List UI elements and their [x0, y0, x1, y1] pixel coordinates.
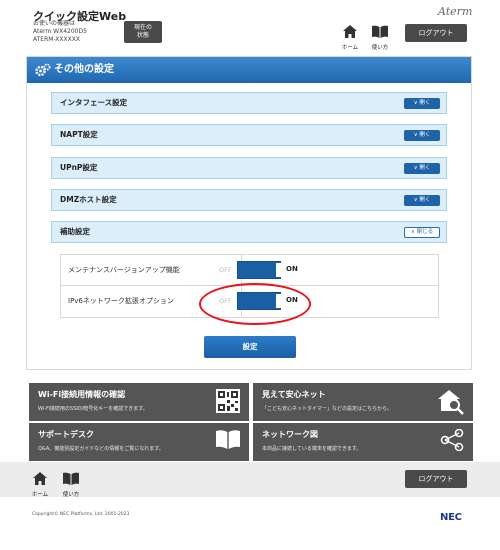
close-button-label: 閉じる — [416, 229, 434, 235]
device-info: お使いの機器は Aterm WX4200D5 ATERM-XXXXXX — [33, 20, 87, 44]
tile-title: サポートデスク — [38, 430, 94, 439]
current-status-label-1: 現在の — [133, 24, 152, 31]
open-button-label: 開く — [419, 197, 431, 203]
section-upnp[interactable]: UPnP設定 ∨ 開く — [51, 157, 447, 179]
section-napt[interactable]: NAPT設定 ∨ 開く — [51, 124, 447, 146]
open-button-label: 開く — [419, 132, 431, 138]
section-auxiliary[interactable]: 補助設定 ∧ 閉じる — [51, 221, 447, 243]
tile-wifi-info[interactable]: Wi-Fi接続用情報の確認 Wi-Fi接続用のSSID/暗号化キーを確認できます… — [29, 383, 249, 421]
manual-label: 使い方 — [371, 45, 389, 51]
close-button[interactable]: ∧ 閉じる — [404, 227, 440, 238]
gears-icon — [35, 63, 51, 77]
tile-description: 「こども安心ネットタイマー」などの設定はこちらから。 — [262, 406, 393, 412]
tile-mieru-anshin[interactable]: 見えて安心ネット 「こども安心ネットタイマー」などの設定はこちらから。 — [253, 383, 473, 421]
home-button[interactable]: ホーム — [337, 23, 363, 51]
tile-description: 本商品に接続している端末を確認できます。 — [262, 446, 362, 452]
section-label: NAPT設定 — [60, 130, 98, 139]
toggle-off-label: OFF — [219, 266, 232, 274]
current-status-label-2: 状態 — [136, 32, 149, 39]
section-label: DMZホスト設定 — [60, 195, 117, 204]
section-label: UPnP設定 — [60, 163, 98, 172]
open-button[interactable]: ∨ 開く — [404, 195, 440, 206]
option-row-maintenance: メンテナンスバージョンアップ機能 OFF ON — [60, 254, 439, 286]
maintenance-toggle[interactable]: OFF ON — [219, 261, 309, 279]
home-icon — [33, 472, 47, 485]
tile-description: Wi-Fi接続用のSSID/暗号化キーを確認できます。 — [38, 406, 148, 412]
open-button-label: 開く — [419, 100, 431, 106]
qr-code-icon — [216, 389, 240, 413]
section-dmz-host[interactable]: DMZホスト設定 ∨ 開く — [51, 189, 447, 211]
toggle-knob — [276, 263, 281, 277]
open-button[interactable]: ∨ 開く — [404, 98, 440, 109]
panel-title-bar: その他の設定 — [27, 57, 471, 83]
book-icon — [216, 430, 240, 449]
section-label: 補助設定 — [60, 227, 90, 236]
option-label: メンテナンスバージョンアップ機能 — [61, 255, 242, 285]
open-button[interactable]: ∨ 開く — [404, 163, 440, 174]
manual-button[interactable]: 使い方 — [367, 23, 393, 51]
home-label: ホーム — [31, 492, 49, 498]
highlight-circle — [199, 283, 311, 325]
tile-support-desk[interactable]: サポートデスク Q&A、機能別設定ガイドなどの情報をご覧になれます。 — [29, 423, 249, 461]
section-label: インタフェース設定 — [60, 98, 128, 107]
tile-network-map[interactable]: ネットワーク図 本商品に接続している端末を確認できます。 — [253, 423, 473, 461]
tile-description: Q&A、機能別設定ガイドなどの情報をご覧になれます。 — [38, 446, 164, 452]
apply-settings-button[interactable]: 設定 — [204, 336, 296, 358]
house-search-icon — [438, 390, 464, 415]
tile-title: 見えて安心ネット — [262, 390, 326, 399]
copyright: Copyright© NEC Platforms, Ltd. 2001-2023 — [32, 512, 130, 517]
home-icon — [343, 25, 357, 38]
toggle-track — [237, 261, 281, 279]
device-name: ATERM-XXXXXX — [33, 36, 80, 43]
footer-nav: ホーム 使い方 ログアウト — [0, 462, 500, 498]
footer-manual-button[interactable]: 使い方 — [58, 470, 84, 498]
section-interface[interactable]: インタフェース設定 ∨ 開く — [51, 92, 447, 114]
tile-title: Wi-Fi接続用情報の確認 — [38, 390, 126, 399]
footer-logout-button[interactable]: ログアウト — [405, 470, 467, 488]
nec-logo: NEC — [440, 512, 462, 523]
header: クイック設定Web お使いの機器は Aterm WX4200D5 ATERM-X… — [0, 0, 500, 52]
aterm-logo: Aterm — [438, 5, 473, 18]
open-button[interactable]: ∨ 開く — [404, 130, 440, 141]
manual-label: 使い方 — [62, 492, 80, 498]
logout-button[interactable]: ログアウト — [405, 24, 467, 42]
book-icon — [63, 472, 79, 485]
device-model: Aterm WX4200D5 — [33, 28, 87, 35]
footer-home-button[interactable]: ホーム — [27, 470, 53, 498]
toggle-on-label: ON — [286, 265, 298, 273]
book-icon — [372, 25, 388, 38]
page: クイック設定Web お使いの機器は Aterm WX4200D5 ATERM-X… — [0, 0, 500, 550]
home-label: ホーム — [341, 45, 359, 51]
panel-title: その他の設定 — [54, 64, 114, 75]
tile-title: ネットワーク図 — [262, 430, 318, 439]
network-icon — [440, 429, 464, 451]
current-status-button[interactable]: 現在の 状態 — [124, 21, 162, 43]
open-button-label: 開く — [419, 165, 431, 171]
device-info-line: お使いの機器は — [33, 20, 76, 27]
